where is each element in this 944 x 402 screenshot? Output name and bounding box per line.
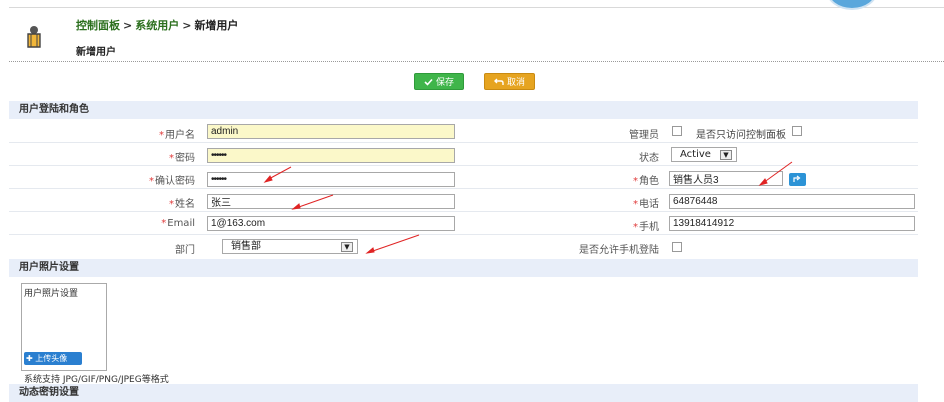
annotation-arrowhead [758, 178, 768, 186]
annotation-arrowhead [263, 175, 273, 183]
annotation-arrows [263, 161, 793, 254]
annotation-arrowhead [365, 247, 375, 254]
annotation-arrow [762, 161, 793, 184]
annotation-arrow [369, 234, 420, 253]
annotation-arrow [295, 194, 334, 209]
annotation-arrowhead [291, 203, 301, 210]
